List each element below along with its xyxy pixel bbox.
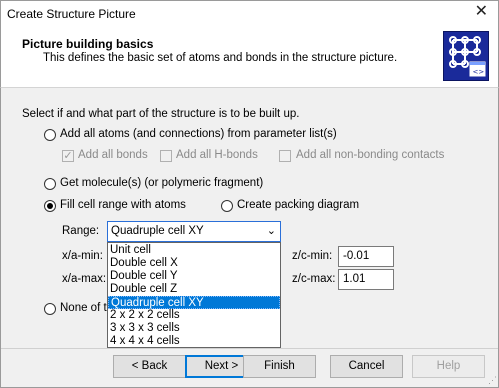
header-title: Picture building basics xyxy=(22,37,154,51)
dropdown-option[interactable]: 4 x 4 x 4 cells xyxy=(108,335,280,348)
chevron-down-icon[interactable]: ⌄ xyxy=(267,224,276,237)
dropdown-option[interactable]: Double cell Z xyxy=(108,283,280,296)
grid-structure-icon: <> xyxy=(443,31,489,81)
checkbox-add-all-bonds[interactable]: ✓ xyxy=(62,150,74,162)
dropdown-option[interactable]: 3 x 3 x 3 cells xyxy=(108,322,280,335)
range-select[interactable]: Quadruple cell XY ⌄ xyxy=(107,221,281,242)
dropdown-option[interactable]: Double cell Y xyxy=(108,270,280,283)
cancel-button[interactable]: Cancel xyxy=(330,355,403,378)
label-get-molecule[interactable]: Get molecule(s) (or polymeric fragment) xyxy=(60,177,263,189)
dropdown-option[interactable]: 2 x 2 x 2 cells xyxy=(108,309,280,322)
label-add-all-hbonds: Add all H-bonds xyxy=(176,149,258,161)
xa-min-label: x/a-min: xyxy=(62,250,103,262)
label-add-all-bonds: Add all bonds xyxy=(78,149,148,161)
radio-none[interactable] xyxy=(44,303,56,315)
xa-max-label: x/a-max: xyxy=(62,273,107,285)
radio-add-all-atoms[interactable] xyxy=(44,129,56,141)
checkbox-add-all-hbonds[interactable] xyxy=(160,150,172,162)
label-add-all-nonbonding: Add all non-bonding contacts xyxy=(296,149,445,161)
dropdown-option-selected[interactable]: Quadruple cell XY xyxy=(108,296,280,309)
zc-min-label: z/c-min: xyxy=(292,250,333,262)
checkbox-add-all-nonbonding[interactable] xyxy=(279,150,291,162)
title-bar: Create Structure Picture ✕ xyxy=(0,0,499,29)
range-selected-value: Quadruple cell XY xyxy=(111,225,204,237)
zc-max-label: z/c-max: xyxy=(292,273,336,285)
dropdown-option[interactable]: Unit cell xyxy=(108,244,280,257)
label-add-all-atoms[interactable]: Add all atoms (and connections) from par… xyxy=(60,128,337,140)
resize-grip-icon[interactable]: ⋰ xyxy=(488,375,497,386)
zc-min-input[interactable]: -0.01 xyxy=(338,246,394,267)
range-dropdown-list[interactable]: Unit cell Double cell X Double cell Y Do… xyxy=(107,242,281,348)
dropdown-option[interactable]: Double cell X xyxy=(108,257,280,270)
radio-create-packing-diagram[interactable] xyxy=(221,200,233,212)
range-label: Range: xyxy=(62,225,100,237)
label-none[interactable]: None of th xyxy=(60,302,113,314)
radio-fill-cell-range[interactable] xyxy=(44,200,56,212)
label-fill-cell-range[interactable]: Fill cell range with atoms xyxy=(60,199,186,211)
header-subtitle: This defines the basic set of atoms and … xyxy=(43,52,398,64)
zc-min-value: -0.01 xyxy=(343,250,370,262)
close-icon[interactable]: ✕ xyxy=(475,4,488,20)
label-create-packing-diagram[interactable]: Create packing diagram xyxy=(237,199,359,211)
radio-get-molecule[interactable] xyxy=(44,178,56,190)
svg-text:<>: <> xyxy=(473,68,485,76)
instruction-text: Select if and what part of the structure… xyxy=(22,108,300,120)
window-title: Create Structure Picture xyxy=(7,7,136,21)
help-button[interactable]: Help xyxy=(412,355,485,378)
zc-max-input[interactable]: 1.01 xyxy=(338,269,394,290)
back-button[interactable]: < Back xyxy=(113,355,186,378)
finish-button[interactable]: Finish xyxy=(243,355,316,378)
zc-max-value: 1.01 xyxy=(343,273,366,285)
